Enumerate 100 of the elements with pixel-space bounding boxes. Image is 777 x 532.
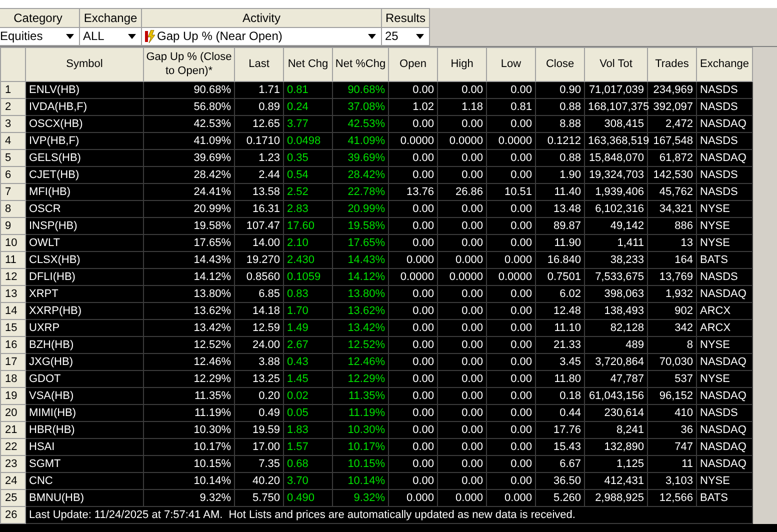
table-cell: 2.67 — [284, 336, 332, 354]
table-cell: 6.85 — [234, 286, 284, 302]
table-cell: 12.29% — [144, 370, 234, 388]
table-cell: NASDAQ — [696, 354, 752, 370]
table-cell: 36.50 — [536, 472, 584, 490]
column-header[interactable]: Gap Up % (Close to Open)* — [144, 48, 234, 82]
table-cell: 3.45 — [536, 354, 584, 370]
table-cell: 410 — [648, 404, 696, 422]
table-cell: 6.02 — [536, 286, 584, 302]
filter-dropdown[interactable]: Equities — [0, 28, 79, 45]
table-cell: 132,890 — [584, 438, 648, 456]
table-cell: 17.60 — [284, 218, 332, 234]
table-cell: 0.0000 — [388, 268, 438, 286]
table-cell: CLSX(HB) — [26, 252, 144, 268]
table-cell: 0.00 — [486, 422, 536, 438]
table-cell: XRPT — [26, 286, 144, 302]
table-cell: NASDS — [696, 268, 752, 286]
table-cell: BZH(HB) — [26, 336, 144, 354]
row-number: 1 — [0, 82, 26, 98]
table-cell: 0.00 — [486, 150, 536, 166]
table-cell: 40.20 — [234, 472, 284, 490]
column-header[interactable]: High — [438, 48, 486, 82]
table-cell: NYSE — [696, 370, 752, 388]
table-cell: 49,142 — [584, 218, 648, 234]
table-cell: 8.88 — [536, 116, 584, 132]
table-cell: 39.69% — [332, 150, 388, 166]
table-cell: 0.00 — [486, 302, 536, 320]
filter-dropdown[interactable]: Gap Up % (Near Open) — [142, 28, 381, 45]
table-cell: 1.71 — [234, 82, 284, 98]
table-cell: 3.77 — [284, 116, 332, 132]
table-cell: 0.54 — [284, 166, 332, 184]
table-cell: 398,063 — [584, 286, 648, 302]
column-header[interactable]: Net %Chg — [332, 48, 388, 82]
table-cell: ENLV(HB) — [26, 82, 144, 98]
table-cell: NYSE — [696, 234, 752, 252]
table-cell: 0.00 — [388, 302, 438, 320]
table-cell: 0.00 — [438, 116, 486, 132]
table-cell: 10.14% — [144, 472, 234, 490]
filter-dropdown[interactable]: 25 — [382, 28, 429, 45]
row-number: 9 — [0, 218, 26, 234]
table-cell: 39.69% — [144, 150, 234, 166]
table-cell: 0.0000 — [438, 132, 486, 150]
caret-icon — [368, 34, 376, 39]
column-header[interactable]: Vol Tot — [584, 48, 648, 82]
table-cell: 13.80% — [144, 286, 234, 302]
table-cell: NYSE — [696, 472, 752, 490]
filter-dropdown[interactable]: ALL — [80, 28, 141, 45]
table-cell: IVDA(HB,F) — [26, 98, 144, 116]
caret-icon — [416, 34, 424, 39]
table-cell: 0.00 — [388, 218, 438, 234]
row-number: 3 — [0, 116, 26, 132]
column-header[interactable]: Symbol — [26, 48, 144, 82]
table-cell: 0.89 — [234, 98, 284, 116]
table-cell: 0.00 — [438, 320, 486, 336]
table-cell: 142,530 — [648, 166, 696, 184]
row-number: 21 — [0, 422, 26, 438]
filter-label: Results — [382, 8, 430, 27]
table-cell: 0.0000 — [486, 268, 536, 286]
table-cell: NASDS — [696, 404, 752, 422]
table-cell: MIMI(HB) — [26, 404, 144, 422]
row-number: 5 — [0, 150, 26, 166]
table-cell: 19.270 — [234, 252, 284, 268]
table-cell: INSP(HB) — [26, 218, 144, 234]
table-cell: GDOT — [26, 370, 144, 388]
table-cell: 41.09% — [144, 132, 234, 150]
table-cell: 168,107,375 — [584, 98, 648, 116]
table-cell: 8 — [648, 336, 696, 354]
table-cell: 1.45 — [284, 370, 332, 388]
table-cell: 0.00 — [438, 302, 486, 320]
table-cell: 70,030 — [648, 354, 696, 370]
table-cell: 1,939,406 — [584, 184, 648, 200]
table-cell: 20.99% — [144, 200, 234, 218]
table-cell: 13.58 — [234, 184, 284, 200]
table-cell: 13.62% — [332, 302, 388, 320]
table-cell: 0.18 — [536, 388, 584, 404]
column-header[interactable]: Close — [536, 48, 584, 82]
table-cell: 0.00 — [486, 388, 536, 404]
table-cell: XXRP(HB) — [26, 302, 144, 320]
column-header[interactable]: Last — [234, 48, 284, 82]
table-cell: 3.70 — [284, 472, 332, 490]
table-cell: 0.00 — [438, 336, 486, 354]
table-cell: 10.30% — [144, 422, 234, 438]
column-header[interactable]: Exchange — [696, 48, 752, 82]
table-cell: 12.65 — [234, 116, 284, 132]
table-cell: 0.00 — [486, 354, 536, 370]
table-cell: 14.12% — [144, 268, 234, 286]
column-header[interactable]: Low — [486, 48, 536, 82]
table-cell: 19.58% — [332, 218, 388, 234]
column-header[interactable]: Open — [388, 48, 438, 82]
column-header[interactable]: Trades — [648, 48, 696, 82]
column-header[interactable]: Net Chg — [284, 48, 332, 82]
table-cell: MFI(HB) — [26, 184, 144, 200]
row-number: 20 — [0, 404, 26, 422]
table-cell: DFLI(HB) — [26, 268, 144, 286]
table-cell: 22.78% — [332, 184, 388, 200]
table-cell: 0.000 — [486, 252, 536, 268]
table-cell: GELS(HB) — [26, 150, 144, 166]
table-cell: 0.0498 — [284, 132, 332, 150]
table-cell: 0.0000 — [388, 132, 438, 150]
table-cell: 0.7501 — [536, 268, 584, 286]
